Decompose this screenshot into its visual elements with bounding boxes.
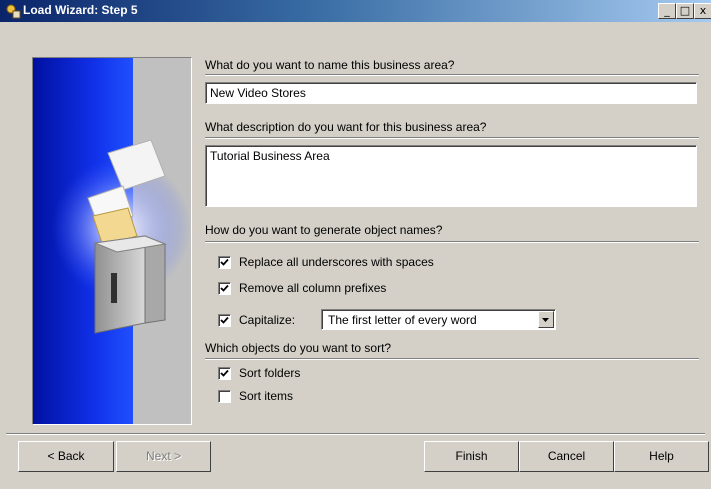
wizard-illustration bbox=[32, 57, 192, 425]
checkmark-icon bbox=[220, 284, 229, 292]
sort-folders-label[interactable]: Sort folders bbox=[239, 366, 300, 380]
checkmark-icon bbox=[220, 369, 229, 377]
remove-prefixes-checkbox[interactable] bbox=[218, 282, 231, 295]
capitalize-checkbox[interactable] bbox=[218, 314, 231, 327]
sort-question-label: Which objects do you want to sort? bbox=[205, 341, 392, 355]
maximize-button[interactable]: □ bbox=[676, 3, 694, 19]
help-button[interactable]: Help bbox=[614, 441, 709, 472]
wizard-illustration-graphic bbox=[33, 58, 191, 424]
sort-folders-checkbox[interactable] bbox=[218, 367, 231, 380]
wizard-app-icon bbox=[6, 4, 21, 19]
replace-underscores-checkbox[interactable] bbox=[218, 256, 231, 269]
title-bar[interactable]: Load Wizard: Step 5 _ □ x bbox=[0, 0, 711, 22]
checkmark-icon bbox=[220, 258, 229, 266]
business-area-name-input[interactable]: New Video Stores bbox=[205, 82, 697, 104]
replace-underscores-label[interactable]: Replace all underscores with spaces bbox=[239, 255, 434, 269]
dropdown-button[interactable] bbox=[538, 311, 554, 328]
dropdown-arrow-icon bbox=[542, 318, 549, 322]
name-question-label: What do you want to name this business a… bbox=[205, 58, 455, 72]
footer-divider bbox=[6, 433, 705, 435]
capitalize-label[interactable]: Capitalize: bbox=[239, 313, 295, 327]
back-button[interactable]: < Back bbox=[18, 441, 114, 472]
business-area-description-textarea[interactable]: Tutorial Business Area bbox=[205, 145, 697, 207]
next-button[interactable]: Next > bbox=[116, 441, 211, 472]
naming-section-divider bbox=[205, 241, 699, 243]
naming-question-label: How do you want to generate object names… bbox=[205, 223, 443, 237]
remove-prefixes-label[interactable]: Remove all column prefixes bbox=[239, 281, 386, 295]
minimize-button[interactable]: _ bbox=[658, 3, 676, 19]
capitalize-dropdown[interactable]: The first letter of every word bbox=[321, 309, 556, 330]
checkmark-icon bbox=[220, 316, 229, 324]
capitalize-selected-value: The first letter of every word bbox=[328, 313, 477, 327]
description-question-label: What description do you want for this bu… bbox=[205, 120, 487, 134]
sort-section-divider bbox=[205, 358, 699, 360]
sort-items-label[interactable]: Sort items bbox=[239, 389, 293, 403]
name-section-divider bbox=[205, 74, 699, 76]
finish-button[interactable]: Finish bbox=[424, 441, 519, 472]
close-button[interactable]: x bbox=[694, 3, 711, 19]
window-title: Load Wizard: Step 5 bbox=[23, 3, 138, 17]
sort-items-checkbox[interactable] bbox=[218, 390, 231, 403]
description-section-divider bbox=[205, 137, 699, 139]
cancel-button[interactable]: Cancel bbox=[519, 441, 614, 472]
